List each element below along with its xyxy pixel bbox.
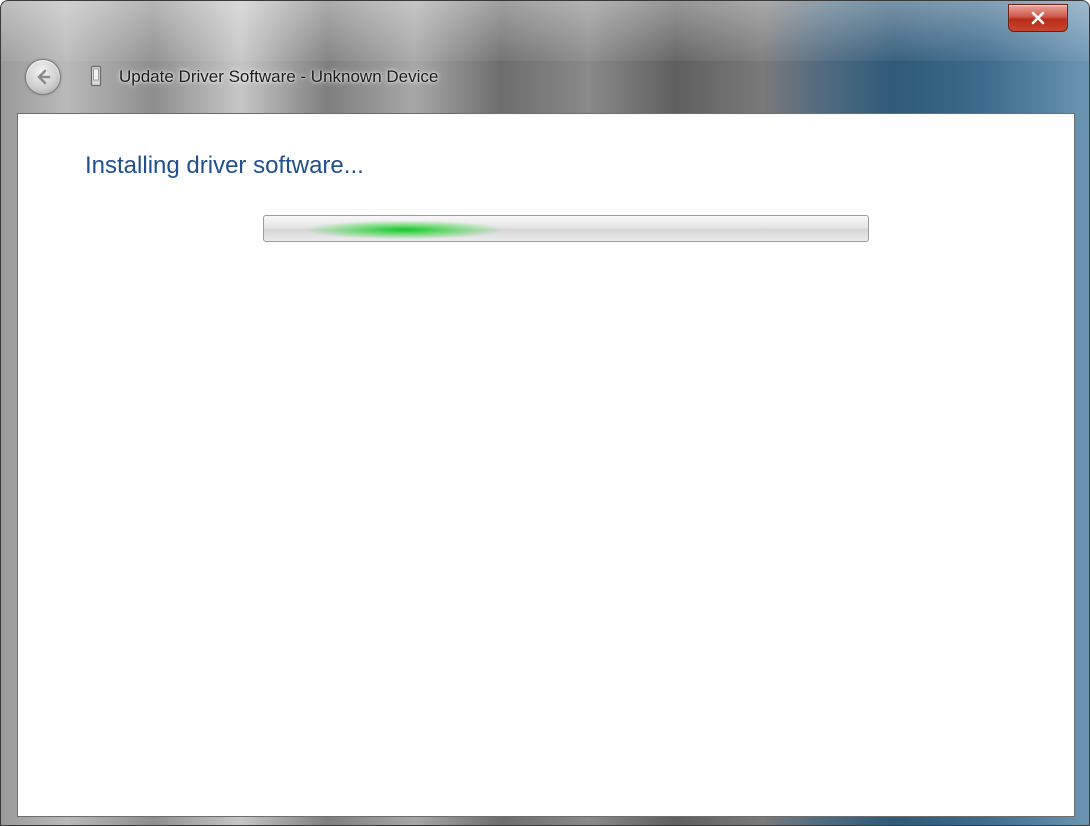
back-arrow-icon [37,69,51,85]
close-button[interactable] [1008,4,1068,32]
progress-bar [263,215,869,242]
dialog-content: Installing driver software... [17,113,1075,817]
progress-indicator [304,216,504,241]
back-button[interactable] [25,59,61,95]
title-bar [1,1,1089,61]
device-icon [90,65,102,87]
close-icon [1031,11,1045,25]
status-heading: Installing driver software... [85,152,364,179]
dialog-window: Update Driver Software - Unknown Device … [0,0,1090,826]
window-title: Update Driver Software - Unknown Device [119,67,439,86]
